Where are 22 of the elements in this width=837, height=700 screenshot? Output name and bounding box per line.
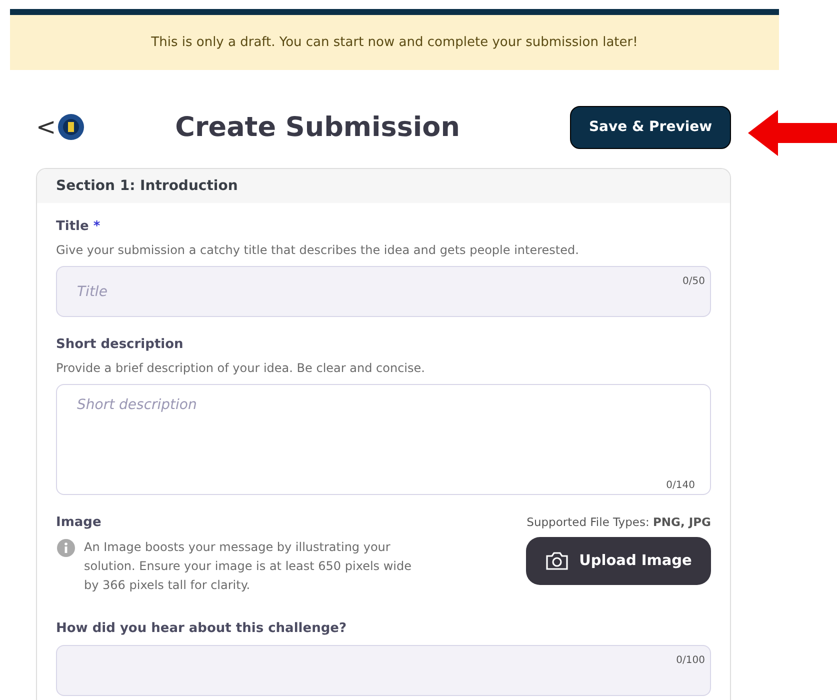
- character-counter: 0/50: [682, 276, 705, 287]
- field-label: Title *: [56, 219, 102, 234]
- banner-text: This is only a draft. You can start now and complete your submission later!: [151, 35, 638, 50]
- upload-image-button[interactable]: Upload Image: [526, 537, 711, 585]
- arrow-icon: [748, 110, 837, 156]
- field-hint: Provide a brief description of your idea. Be clear and concise.: [56, 361, 426, 375]
- field-label: Image: [56, 515, 102, 530]
- page-title: Create Submission: [174, 112, 461, 142]
- back-button[interactable]: <: [36, 115, 56, 139]
- camera-icon: [545, 550, 570, 572]
- section-heading: Section 1: Introduction: [37, 169, 730, 203]
- info-icon: [56, 538, 76, 558]
- image-info-text: An Image boosts your message by illustrating your solution. Ensure your image is at least 650 pixels wide by 366 pixels tall for clarity.: [84, 539, 412, 594]
- logo-icon: [57, 113, 86, 141]
- save-preview-button[interactable]: Save & Preview: [570, 106, 731, 148]
- field-label: How did you hear about this challenge?: [56, 621, 348, 636]
- character-counter: 0/140: [666, 480, 695, 491]
- supported-file-types: Supported File Types: PNG, JPG: [526, 515, 711, 529]
- input-field[interactable]: [56, 645, 711, 696]
- field-label: Short description: [56, 337, 184, 352]
- field-hint: Give your submission a catchy title that describes the idea and gets people interested.: [56, 243, 580, 257]
- character-counter: 0/100: [676, 655, 705, 666]
